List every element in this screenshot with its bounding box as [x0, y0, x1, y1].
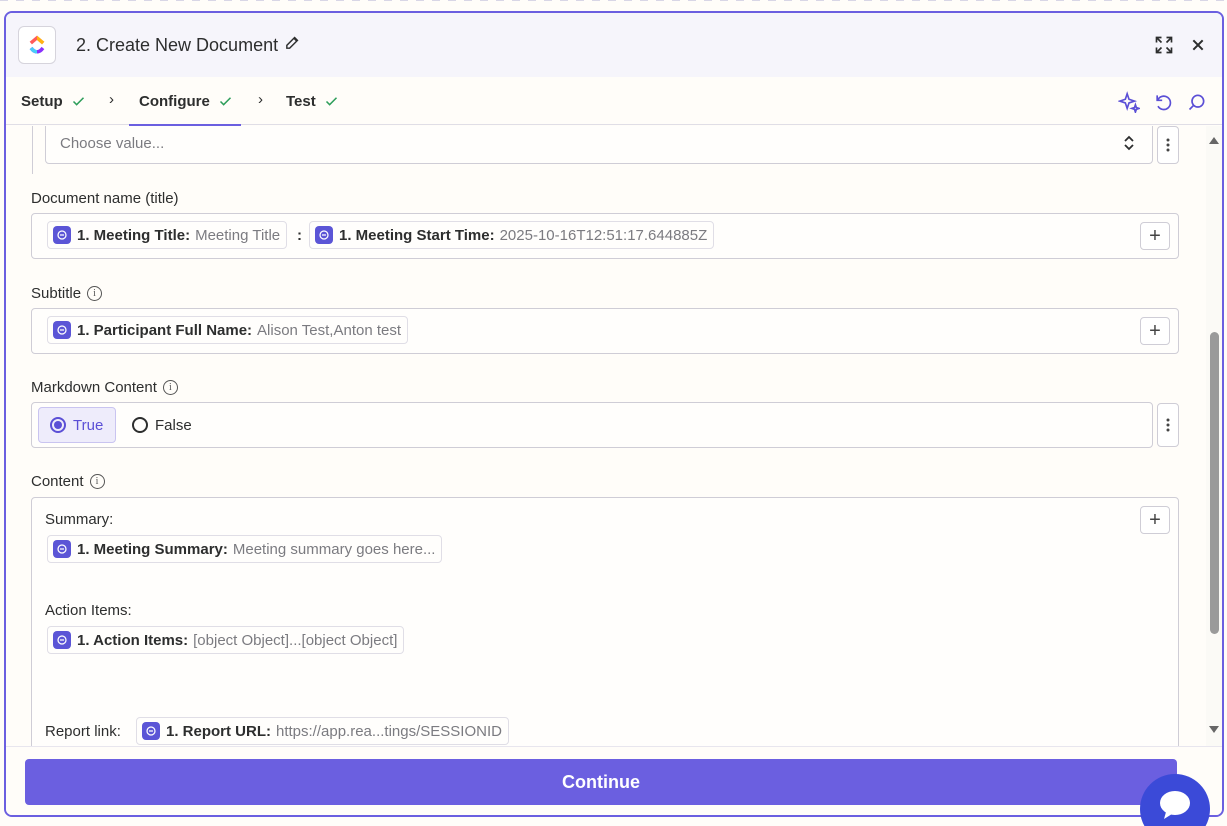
undo-icon[interactable] [1150, 89, 1176, 115]
nested-guide-line [32, 126, 33, 174]
pill-key: 1. Participant Full Name: [77, 321, 253, 339]
check-icon [325, 96, 337, 106]
select-arrows-icon [1124, 135, 1134, 151]
chevron-right-icon: › [109, 91, 114, 108]
app-icon [53, 631, 71, 649]
content-label: Content i [31, 473, 105, 490]
pill-value: Alison Test,Anton test [257, 321, 402, 339]
panel-header: 2. Create New Document [6, 13, 1222, 77]
markdown-label: Markdown Content i [31, 379, 178, 396]
chevron-right-icon: › [258, 91, 263, 108]
tab-label: Test [286, 92, 316, 110]
subtitle-label: Subtitle i [31, 285, 103, 302]
pill-value: Meeting Title [195, 226, 281, 244]
scroll-up-icon[interactable] [1208, 135, 1220, 145]
pill-value: [object Object]...[object Object] [193, 631, 398, 649]
step-title-text: 2. Create New Document [76, 34, 279, 55]
step-editor-panel: 2. Create New Document Setup › Configure… [4, 11, 1224, 817]
tab-setup[interactable]: Setup [21, 77, 86, 125]
info-icon[interactable]: i [87, 286, 103, 301]
document-name-field[interactable]: 1. Meeting Title: Meeting Title : 1. Mee… [31, 213, 1179, 259]
meeting-start-time-pill[interactable]: 1. Meeting Start Time: 2025-10-16T12:51:… [309, 221, 715, 249]
document-name-label-text: Document name (title) [31, 190, 179, 207]
expand-icon[interactable] [1152, 33, 1176, 57]
choose-value-select[interactable]: Choose value... [45, 126, 1153, 164]
content-label-text: Content [31, 473, 84, 490]
tab-label: Configure [139, 92, 210, 110]
action-items-text: Action Items: [45, 602, 132, 619]
check-icon [72, 96, 84, 106]
pill-value: https://app.rea...tings/SESSIONID [276, 722, 502, 740]
step-tabs: Setup › Configure › Test [6, 77, 1222, 126]
more-options-icon[interactable] [1157, 403, 1179, 447]
pill-key: 1. Meeting Title: [77, 226, 191, 244]
panel-footer: Continue [6, 746, 1222, 815]
meeting-summary-pill[interactable]: 1. Meeting Summary: Meeting summary goes… [47, 535, 443, 563]
app-icon [53, 540, 71, 558]
add-field-button[interactable]: + [1140, 222, 1170, 250]
summary-text: Summary: [45, 511, 114, 528]
radio-true[interactable]: True [38, 407, 116, 443]
meeting-title-pill[interactable]: 1. Meeting Title: Meeting Title [47, 221, 288, 249]
app-icon [142, 722, 160, 740]
radio-label: False [155, 416, 192, 434]
pill-key: 1. Report URL: [166, 722, 271, 740]
markdown-radio-group: True False [31, 402, 1153, 448]
action-items-pill[interactable]: 1. Action Items: [object Object]...[obje… [47, 626, 405, 654]
more-options-icon[interactable] [1157, 126, 1179, 164]
pill-key: 1. Action Items: [77, 631, 189, 649]
pencil-icon[interactable] [284, 34, 301, 56]
subtitle-field[interactable]: 1. Participant Full Name: Alison Test,An… [31, 308, 1179, 354]
markdown-label-text: Markdown Content [31, 379, 157, 396]
info-icon[interactable]: i [162, 380, 178, 395]
report-url-pill[interactable]: 1. Report URL: https://app.rea...tings/S… [136, 717, 509, 745]
app-icon [53, 226, 71, 244]
pill-value: 2025-10-16T12:51:17.644885Z [499, 226, 708, 244]
radio-unselected-icon [132, 417, 148, 433]
info-icon[interactable]: i [89, 474, 105, 489]
pill-value: Meeting summary goes here... [232, 540, 436, 558]
scroll-down-icon[interactable] [1208, 725, 1220, 735]
top-border [0, 0, 1227, 3]
form-content[interactable]: Choose value... Document name (title) 1.… [6, 126, 1206, 746]
app-icon [315, 226, 333, 244]
step-title: 2. Create New Document [76, 34, 301, 56]
pill-separator: : [297, 227, 302, 244]
radio-label: True [73, 416, 104, 434]
select-placeholder: Choose value... [60, 135, 165, 152]
close-icon[interactable] [1186, 33, 1210, 57]
report-link-text: Report link: [45, 723, 121, 740]
tab-configure[interactable]: Configure [129, 77, 241, 126]
pill-key: 1. Meeting Summary: [77, 540, 228, 558]
add-field-button[interactable]: + [1140, 506, 1170, 534]
check-icon [219, 96, 231, 106]
app-icon [53, 321, 71, 339]
sparkle-icon[interactable] [1116, 89, 1142, 115]
clickup-logo [18, 26, 56, 64]
radio-selected-icon [50, 417, 66, 433]
scrollbar-thumb[interactable] [1210, 332, 1219, 634]
continue-button[interactable]: Continue [25, 759, 1177, 805]
pill-key: 1. Meeting Start Time: [339, 226, 495, 244]
content-editor[interactable]: Summary: 1. Meeting Summary: Meeting sum… [31, 497, 1179, 746]
subtitle-label-text: Subtitle [31, 285, 82, 302]
search-icon[interactable] [1184, 89, 1210, 115]
document-name-label: Document name (title) [31, 190, 179, 207]
add-field-button[interactable]: + [1140, 317, 1170, 345]
radio-false[interactable]: False [132, 407, 192, 443]
participant-name-pill[interactable]: 1. Participant Full Name: Alison Test,An… [47, 316, 409, 344]
chat-bubble-icon [1160, 791, 1190, 819]
tab-label: Setup [21, 92, 63, 110]
tab-test[interactable]: Test [286, 77, 339, 125]
